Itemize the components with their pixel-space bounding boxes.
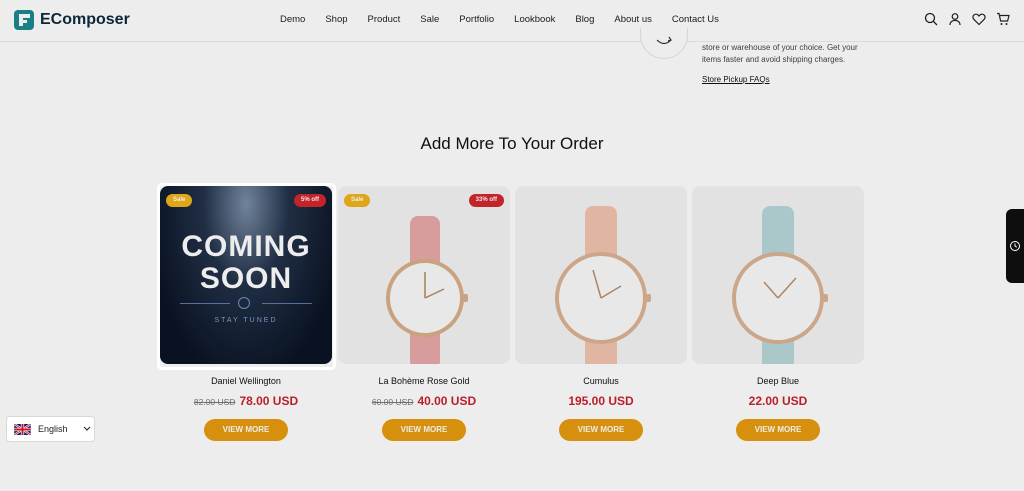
- store-pickup-faq-link[interactable]: Store Pickup FAQs: [702, 75, 770, 84]
- product-image[interactable]: [515, 186, 687, 364]
- sale-price: 40.00 USD: [417, 394, 477, 408]
- sale-price: 195.00 USD: [568, 394, 634, 408]
- compare-price: 60.00 USD: [371, 397, 414, 407]
- product-prices: 60.00 USD 40.00 USD: [338, 394, 510, 408]
- product-card: Cumulus 195.00 USD VIEW MORE: [515, 186, 687, 441]
- nav-item-demo[interactable]: Demo: [280, 14, 305, 25]
- sale-price: 78.00 USD: [239, 394, 299, 408]
- view-more-button[interactable]: VIEW MORE: [204, 419, 288, 441]
- nav-item-shop[interactable]: Shop: [325, 14, 347, 25]
- product-name[interactable]: La Bohème Rose Gold: [338, 376, 510, 386]
- nav-item-about-us[interactable]: About us: [614, 14, 652, 25]
- uk-flag-icon: [14, 423, 31, 435]
- language-label: English: [38, 424, 68, 434]
- watch-image: [732, 206, 828, 364]
- header-actions: [924, 12, 1010, 26]
- discount-badge: 33% off: [468, 194, 504, 207]
- watch-image: [386, 216, 468, 364]
- product-card: Deep Blue 22.00 USD VIEW MORE: [692, 186, 864, 441]
- compare-price: 82.00 USD: [193, 397, 236, 407]
- site-header: EComposer Demo Shop Product Sale Portfol…: [0, 0, 1024, 42]
- product-prices: 195.00 USD: [515, 394, 687, 408]
- recently-viewed-tab[interactable]: [1006, 209, 1024, 283]
- page-dim-overlay: [0, 0, 1024, 491]
- product-name[interactable]: Cumulus: [515, 376, 687, 386]
- nav-item-lookbook[interactable]: Lookbook: [514, 14, 555, 25]
- product-prices: 82.00 USD 78.00 USD: [160, 394, 332, 408]
- section-title: Add More To Your Order: [420, 134, 604, 153]
- product-image[interactable]: Sale 33% off: [338, 186, 510, 364]
- selection-highlight: [157, 183, 336, 370]
- history-icon: [1009, 239, 1021, 251]
- brand-logo[interactable]: EComposer: [14, 10, 130, 30]
- nav-item-product[interactable]: Product: [368, 14, 401, 25]
- main-nav: Demo Shop Product Sale Portfolio Lookboo…: [280, 14, 739, 25]
- view-more-button[interactable]: VIEW MORE: [559, 419, 643, 441]
- view-more-button[interactable]: VIEW MORE: [382, 419, 466, 441]
- sale-price: 22.00 USD: [748, 394, 808, 408]
- product-prices: 22.00 USD: [692, 394, 864, 408]
- account-icon[interactable]: [948, 12, 962, 26]
- chevron-down-icon: [83, 426, 90, 431]
- language-selector[interactable]: English: [6, 416, 95, 442]
- watch-image: [555, 206, 651, 364]
- product-image[interactable]: [692, 186, 864, 364]
- nav-item-blog[interactable]: Blog: [575, 14, 594, 25]
- search-icon[interactable]: [924, 12, 938, 26]
- cart-icon[interactable]: [996, 12, 1010, 26]
- store-pickup-icon: [640, 28, 688, 59]
- product-name[interactable]: Deep Blue: [692, 376, 864, 386]
- sale-badge: Sale: [344, 194, 371, 207]
- product-name[interactable]: Daniel Wellington: [160, 376, 332, 386]
- store-pickup-text: store or warehouse of your choice. Get y…: [702, 43, 858, 64]
- nav-item-portfolio[interactable]: Portfolio: [459, 14, 494, 25]
- brand-name: EComposer: [40, 11, 130, 28]
- wishlist-icon[interactable]: [972, 12, 986, 26]
- product-card: Sale 33% off La Bohème Rose Gold 60.00 U…: [338, 186, 510, 441]
- view-more-button[interactable]: VIEW MORE: [736, 419, 820, 441]
- nav-item-sale[interactable]: Sale: [420, 14, 439, 25]
- logo-icon: [14, 10, 34, 30]
- nav-item-contact-us[interactable]: Contact Us: [672, 14, 719, 25]
